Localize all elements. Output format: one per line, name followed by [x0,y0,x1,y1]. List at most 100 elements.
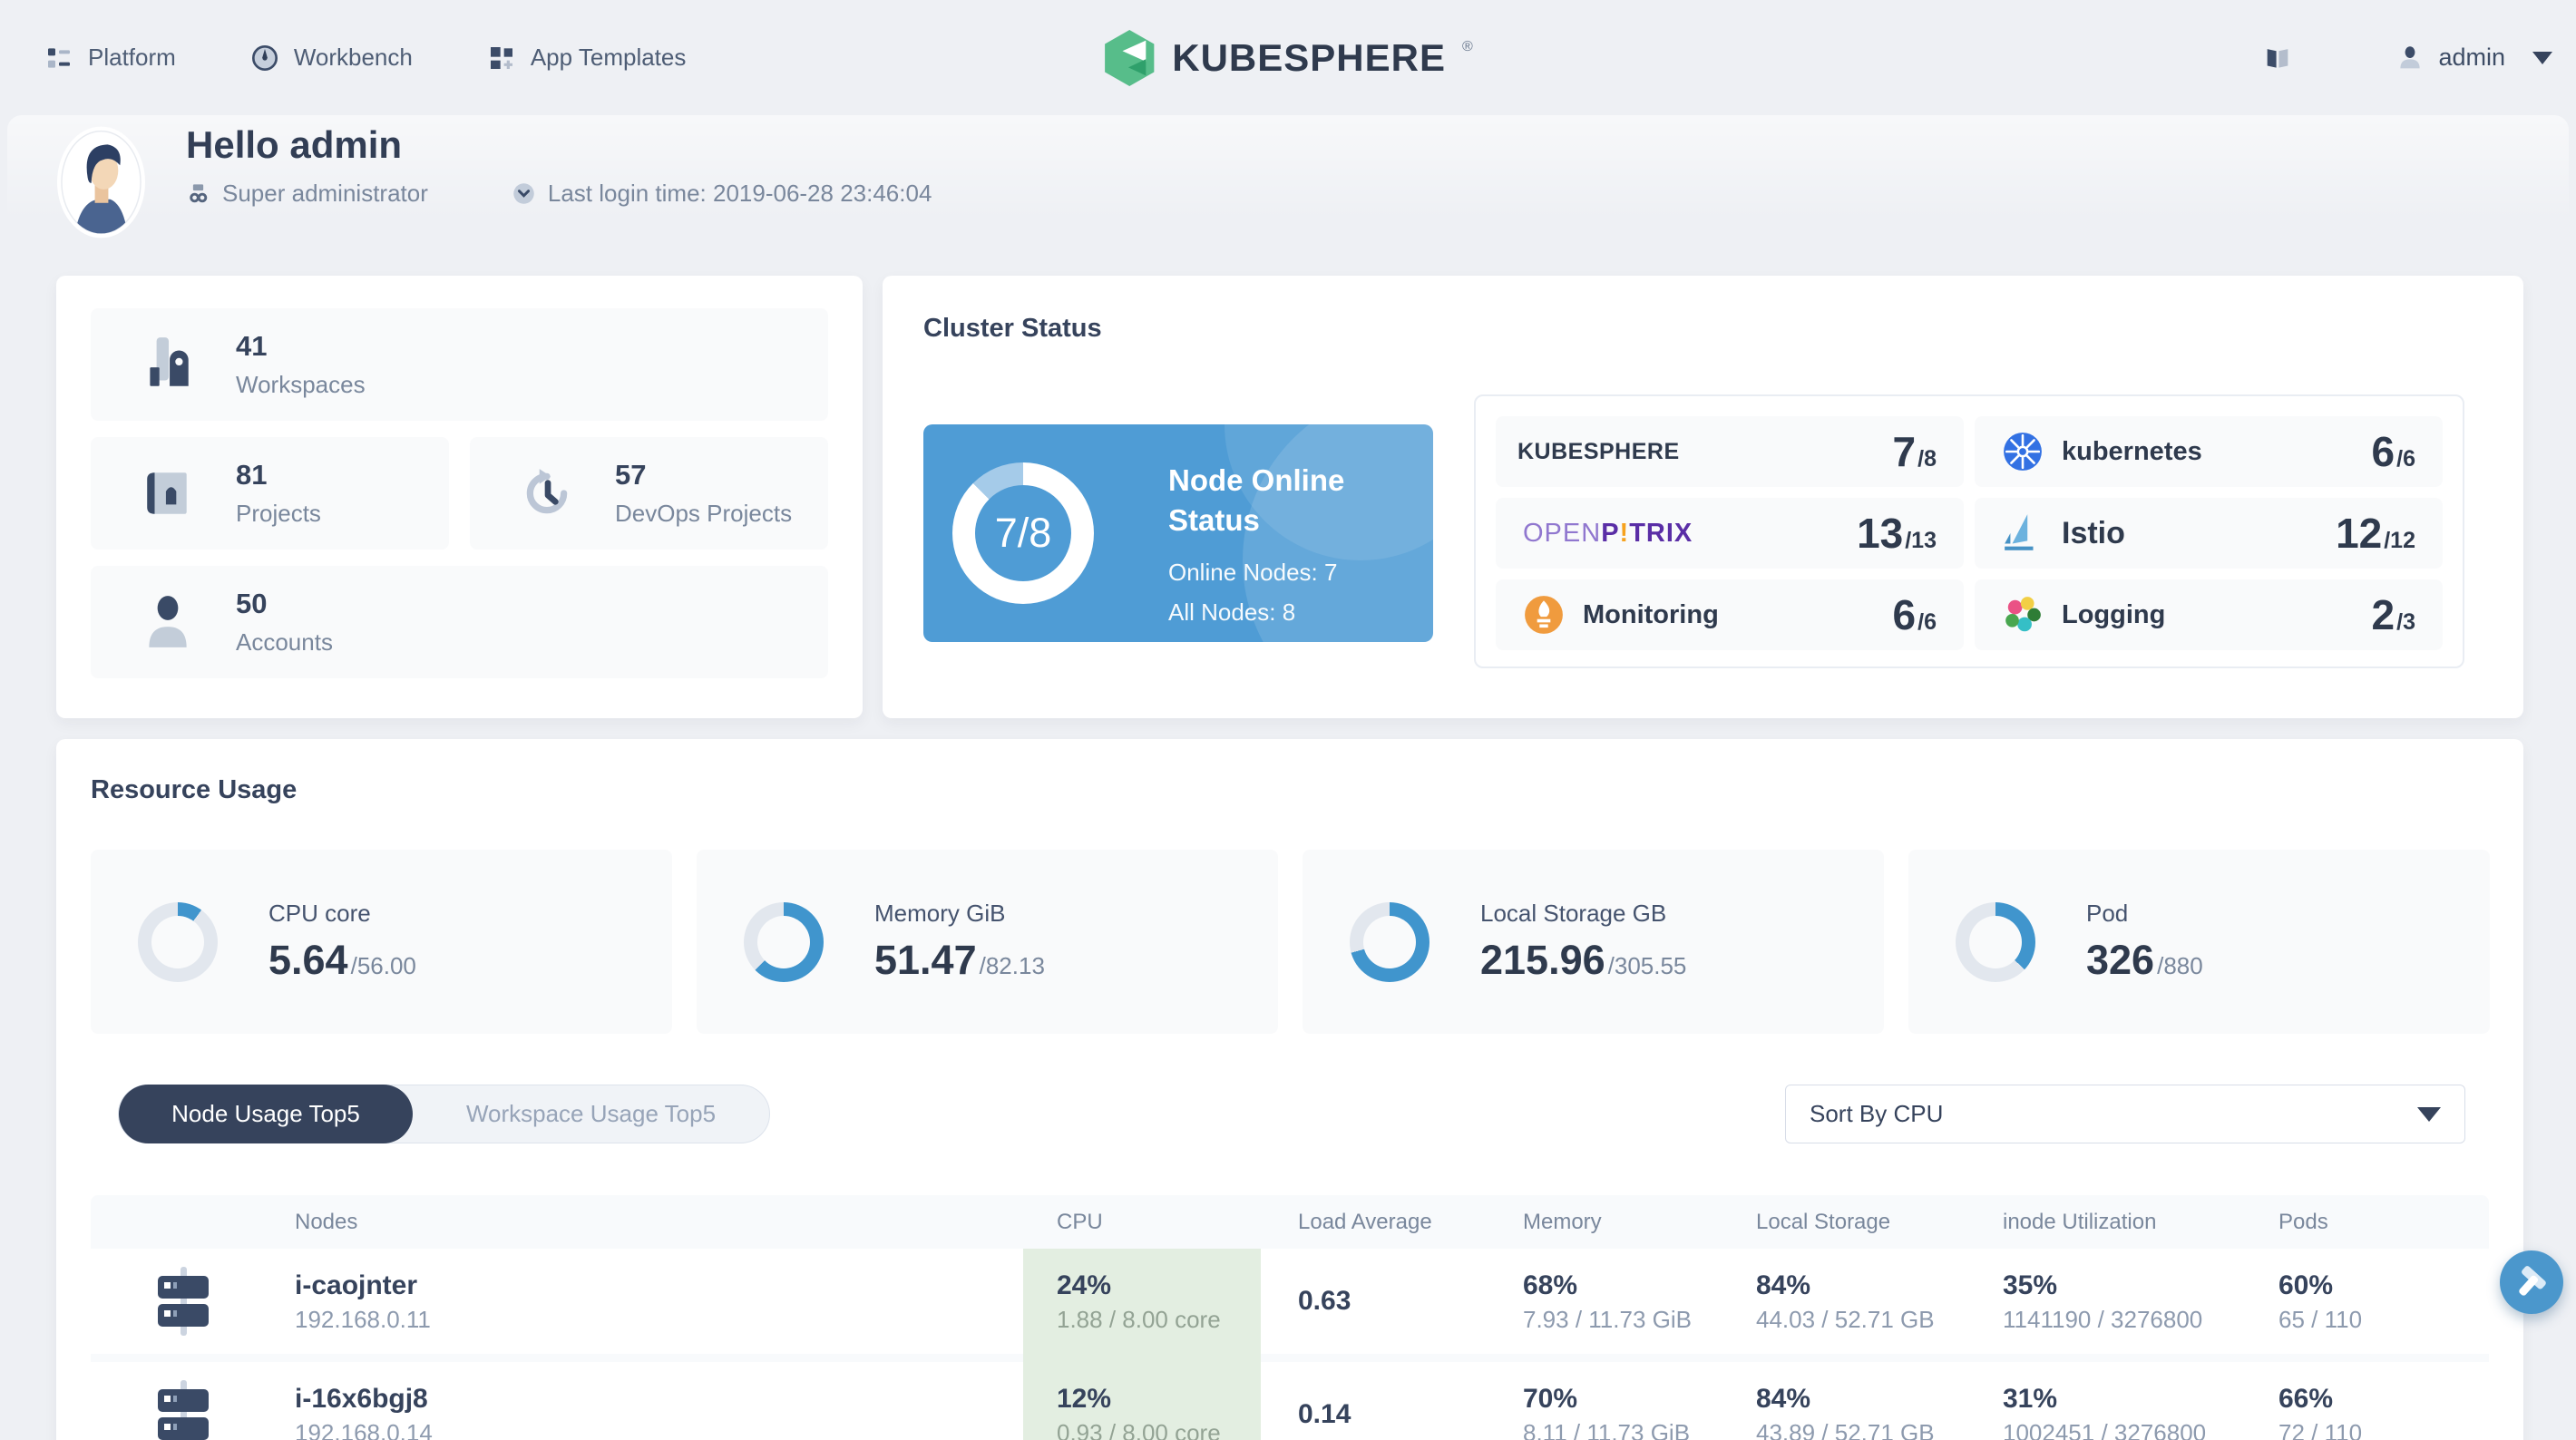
user-menu[interactable]: admin [2395,43,2552,73]
inode-percent: 31% [2003,1384,2058,1414]
component-logging: Logging 2/3 [1975,579,2443,650]
meter-total: /880 [2157,952,2203,979]
brand-trademark: ® [1461,38,1473,54]
inode-detail: 1141190 / 3276800 [2003,1306,2203,1333]
load-average-value: 0.63 [1298,1286,1351,1316]
table-row-node-1[interactable]: i-caojnter 192.168.0.11 24% 1.88 / 8.00 … [91,1249,2489,1362]
platform-icon [48,47,70,68]
stat-tile-workspaces[interactable]: 41 Workspaces [91,308,828,421]
storage-detail: 43.89 / 52.71 GB [1756,1419,1935,1440]
tab-node-usage-top5[interactable]: Node Usage Top5 [119,1085,413,1143]
column-header-load-average: Load Average [1298,1210,1432,1234]
cpu-detail: 0.93 / 8.00 core [1057,1419,1221,1440]
meter-total: /56.00 [350,952,416,979]
sort-by-value: Sort By CPU [1810,1100,1944,1127]
usage-tabs: Node Usage Top5 Workspace Usage Top5 [118,1085,770,1143]
book-icon [2268,48,2288,68]
nav-item-app-templates[interactable]: App Templates [487,44,686,73]
projects-icon [141,464,194,522]
pods-percent: 66% [2278,1384,2334,1414]
cpu-donut [138,901,218,982]
user-role: Super administrator [186,180,428,208]
storage-donut [1350,901,1429,982]
meter-value: 215.96 [1480,937,1605,983]
toolbox-fab-button[interactable] [2500,1250,2563,1314]
column-header-inode-utilization: inode Utilization [2003,1210,2157,1234]
devops-history-icon [521,464,573,522]
app-templates-icon [490,46,512,69]
table-row-node-2[interactable]: i-16x6bgj8 192.168.0.14 12% 0.93 / 8.00 … [91,1362,2489,1440]
resource-meters: CPU core 5.64/56.00 Memory GiB 51.47/82.… [91,850,2490,1034]
stat-tile-devops[interactable]: 57 DevOps Projects [470,437,828,550]
node-name: i-16x6bgj8 [295,1384,428,1414]
sort-by-dropdown[interactable]: Sort By CPU [1785,1085,2465,1143]
component-count: 12 [2336,510,2383,557]
component-name: Istio [2062,515,2125,550]
load-average-value: 0.14 [1298,1399,1351,1429]
component-count: 6 [1892,591,1917,638]
stat-tile-accounts[interactable]: 50 Accounts [91,566,828,678]
cluster-status-title: Cluster Status [923,314,1102,343]
last-login-label: Last login time: 2019-06-28 23:46:04 [547,180,932,207]
user-name: admin [2438,44,2505,71]
node-ip: 192.168.0.14 [295,1419,433,1440]
component-openpitrix: OPENP!TRIX 13/13 [1496,498,1964,569]
tab-workspace-usage-top5[interactable]: Workspace Usage Top5 [413,1085,769,1143]
meter-cpu: CPU core 5.64/56.00 [91,850,672,1034]
component-kubesphere: KUBESPHERE 7/8 [1496,416,1964,487]
stat-tile-projects[interactable]: 81 Projects [91,437,449,550]
meter-label: Local Storage GB [1480,900,1667,927]
component-total: /6 [2396,446,2415,472]
node-ip: 192.168.0.11 [295,1306,431,1333]
component-count: 7 [1892,428,1917,475]
stat-label: Projects [236,500,321,527]
component-name: Monitoring [1583,599,1719,629]
role-icon [190,184,208,203]
clock-check-icon [513,183,534,204]
cpu-percent: 12% [1057,1384,1112,1414]
stat-value: 81 [236,459,268,491]
kubernetes-icon [2002,431,2044,472]
node-online-ratio: 7/8 [994,510,1052,556]
stat-value: 50 [236,588,268,619]
component-total: /3 [2396,609,2415,635]
brand-logo[interactable]: KUBESPHERE ® [1103,29,1473,86]
resource-usage-card: Resource Usage CPU core 5.64/56.00 Memor… [56,739,2523,1440]
all-nodes-label: All Nodes: 8 [1168,598,1296,626]
column-header-memory: Memory [1523,1210,1602,1234]
component-total: /13 [1905,528,1937,553]
meter-value: 51.47 [874,937,977,983]
meter-total: /305.55 [1607,952,1687,979]
node-name: i-caojnter [295,1270,418,1300]
component-total: /8 [1917,446,1937,472]
memory-donut [744,901,824,982]
docs-button[interactable] [2262,43,2293,73]
meter-memory: Memory GiB 51.47/82.13 [697,850,1278,1034]
meter-value: 5.64 [268,937,348,983]
component-name: Logging [2062,599,2166,629]
prometheus-icon [1523,594,1565,636]
greeting-meta: Super administrator Last login time: 201… [186,180,932,208]
column-header-local-storage: Local Storage [1756,1210,1891,1234]
avatar [56,126,146,238]
component-istio: Istio 12/12 [1975,498,2443,569]
node-usage-table: Nodes CPU Load Average Memory Local Stor… [91,1195,2489,1440]
storage-percent: 84% [1756,1270,1811,1300]
nav-item-label: Workbench [293,44,413,71]
nav-item-platform[interactable]: Platform [44,44,176,73]
node-online-status-banner[interactable]: 7/8 Node Online Status Online Nodes: 7 A… [923,424,1433,642]
workspaces-icon [141,336,194,394]
meter-value: 326 [2086,937,2155,983]
user-icon [2400,45,2421,68]
last-login: Last login time: 2019-06-28 23:46:04 [512,180,932,208]
memory-detail: 7.93 / 11.73 GiB [1523,1306,1692,1333]
component-kubernetes: kubernetes 6/6 [1975,416,2443,487]
column-header-cpu: CPU [1057,1210,1103,1234]
node-online-title: Node Online Status [1168,463,1345,537]
component-count: 13 [1857,510,1904,557]
chevron-down-icon [2417,1106,2441,1122]
page-title: Hello admin [186,123,403,166]
overview-card: 41 Workspaces 81 Projects 57 DevOps Proj… [56,276,863,718]
meter-label: CPU core [268,900,371,927]
nav-item-workbench[interactable]: Workbench [250,44,413,73]
